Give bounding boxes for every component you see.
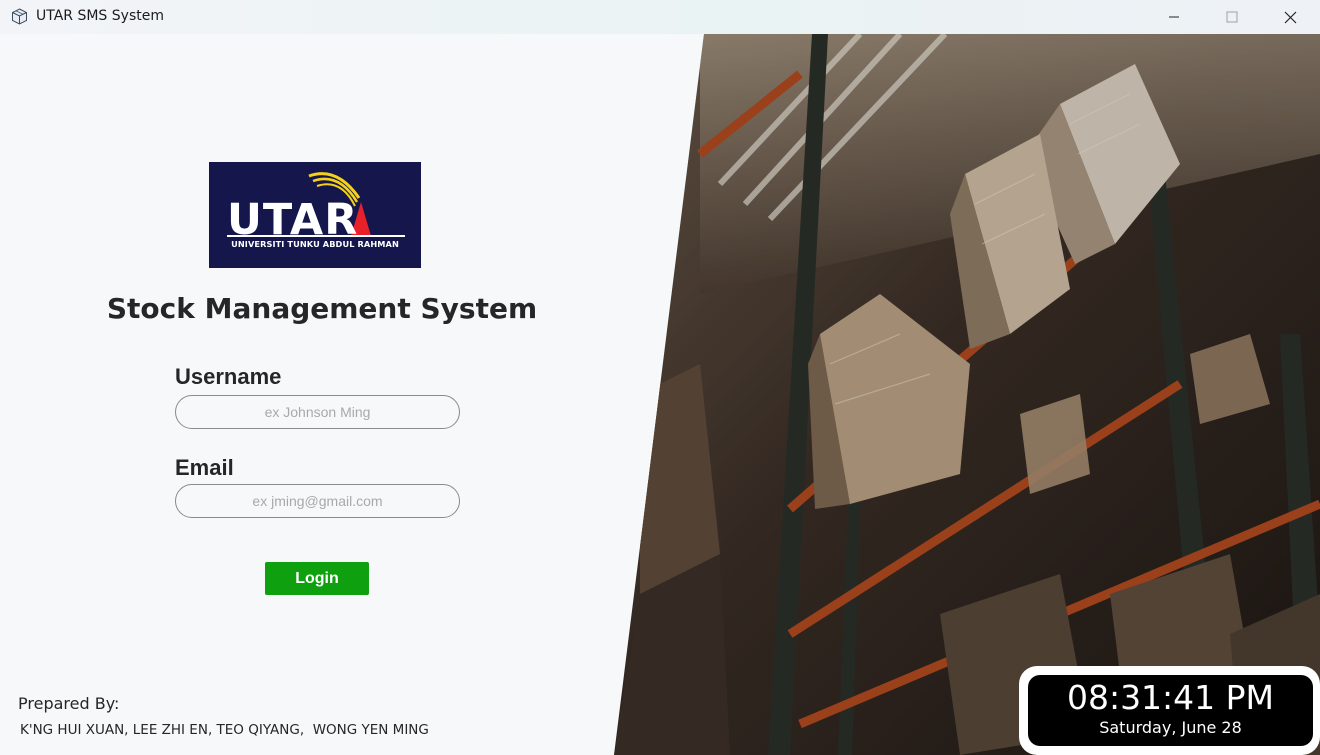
logo-divider [227,235,405,237]
app-box-icon [12,8,27,25]
maximize-icon [1226,11,1238,23]
clock-time: 08:31:41 PM [1066,678,1275,717]
window-title: UTAR SMS System [36,8,164,24]
maximize-button[interactable] [1203,0,1261,34]
close-button[interactable] [1261,0,1319,34]
login-button[interactable]: Login [265,562,369,595]
close-icon [1284,11,1296,23]
minimize-button[interactable] [1145,0,1203,34]
email-label: Email [175,455,234,480]
minimize-icon [1169,16,1179,18]
clock-date: Saturday, June 28 [1099,718,1242,737]
email-input[interactable] [175,484,460,518]
logo-subtitle: UNIVERSITI TUNKU ABDUL RAHMAN [231,239,399,249]
authors-list: K'NG HUI XUAN, LEE ZHI EN, TEO QIYANG, W… [20,722,429,738]
prepared-by-label: Prepared By: [18,694,120,713]
page-title: Stock Management System [106,292,538,325]
login-panel: UTAR UNIVERSITI TUNKU ABDUL RAHMAN Stock… [0,34,720,755]
username-label: Username [175,364,282,389]
title-bar: UTAR SMS System [0,0,1320,34]
utar-logo: UTAR UNIVERSITI TUNKU ABDUL RAHMAN [209,162,421,268]
username-input[interactable] [175,395,460,429]
